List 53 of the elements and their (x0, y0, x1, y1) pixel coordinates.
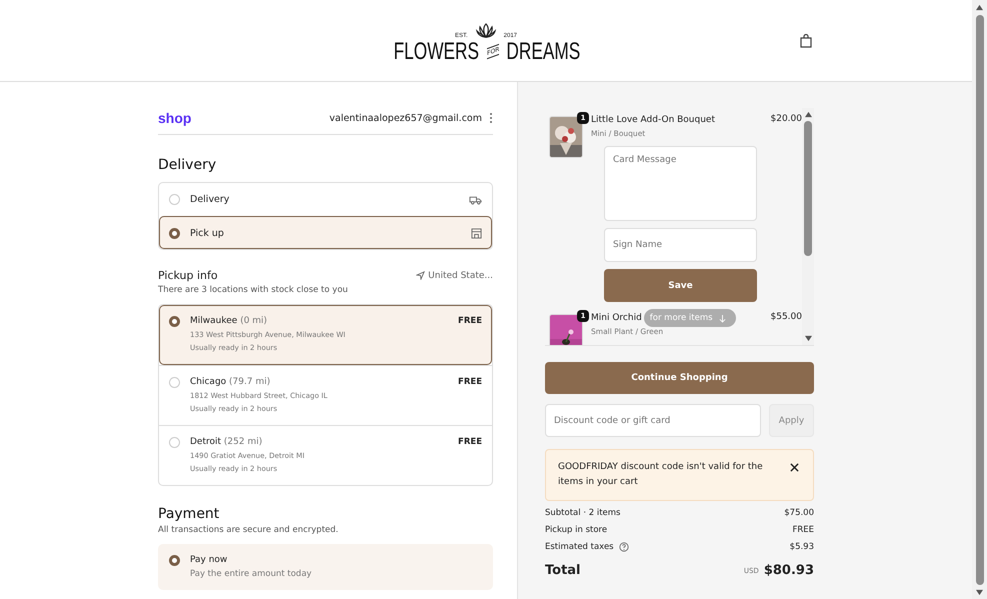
summary-label: Subtotal · 2 items (545, 508, 620, 518)
alert-message: GOODFRIDAY discount code isn't valid for the items in your cart (558, 461, 764, 489)
product-name: Little Love Add-On Bouquet (591, 115, 715, 125)
help-icon[interactable] (618, 542, 629, 552)
logo-text: FLOWERS (394, 38, 480, 64)
product-price: $20.00 (770, 113, 802, 124)
sign-name-field[interactable]: Sign Name (604, 228, 757, 262)
lotus-icon (476, 22, 496, 38)
radio-button[interactable] (169, 316, 180, 327)
navigation-arrow-icon (416, 271, 426, 280)
delivery-option[interactable]: Pick up (159, 216, 492, 249)
payment-label: Pay now (190, 555, 228, 565)
discount-field[interactable]: Discount code or gift card (545, 404, 761, 437)
section-heading: Pickup info (158, 269, 218, 282)
location-name: Milwaukee (0 mi) (190, 316, 268, 326)
arrow-down-icon (718, 314, 726, 322)
summary-label: Estimated taxes (545, 542, 614, 552)
location-link[interactable]: United State... (416, 270, 493, 280)
delivery-option[interactable]: Delivery (159, 183, 492, 216)
summary-label: Pickup in store (545, 525, 608, 535)
location-name: Detroit (252 mi) (190, 437, 264, 447)
scroll-bar[interactable] (802, 108, 814, 345)
location-name: Chicago (79.7 mi) (190, 377, 272, 387)
close-icon[interactable] (790, 463, 799, 472)
pickup-price: FREE (458, 316, 482, 326)
total-label: Total (545, 563, 581, 578)
summary-value: FREE (792, 525, 814, 535)
payment-subtitle: All transactions are secure and encrypted. (158, 525, 340, 535)
account-email: valentinaalopez657@gmail.com (329, 112, 482, 124)
payment-description: Pay the entire amount today (190, 569, 313, 579)
summary-value: $5.93 (790, 542, 814, 552)
section-heading: Payment (158, 506, 220, 522)
pickup-price: FREE (458, 377, 482, 387)
pickup-price: FREE (458, 437, 482, 447)
radio-button[interactable] (169, 555, 180, 566)
shop-brand: shop (158, 110, 192, 126)
store-icon (471, 228, 482, 238)
menu-icon[interactable] (489, 112, 493, 124)
shopping-bag-icon[interactable] (799, 34, 813, 48)
logo-text: DREAMS (506, 38, 580, 64)
page-scroll-bar[interactable] (972, 0, 987, 599)
card-message-field[interactable]: Card Message (604, 146, 757, 221)
pickup-subtitle: There are 3 locations with stock close to you (158, 285, 349, 295)
continue-shopping-button[interactable]: Continue Shopping (545, 362, 814, 394)
radio-button[interactable] (169, 228, 180, 238)
product-name: Mini Orchid (591, 313, 642, 323)
section-heading: Delivery (158, 157, 218, 173)
product-price: $55.00 (770, 311, 802, 322)
payment-option[interactable]: Pay now Pay the entire amount today (158, 544, 493, 590)
save-button[interactable]: Save (604, 269, 757, 302)
truck-icon (469, 194, 482, 204)
summary-value: $75.00 (784, 508, 814, 518)
total-amount: $80.93 (764, 563, 814, 578)
